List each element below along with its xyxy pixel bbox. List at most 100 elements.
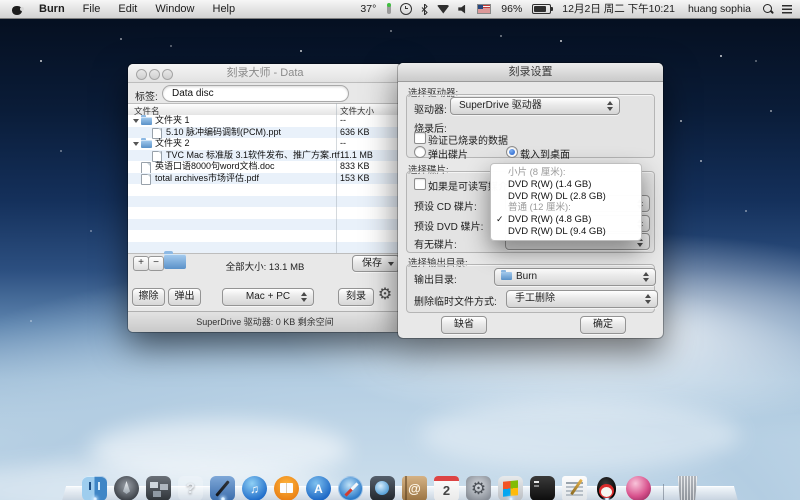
battery-percent[interactable]: 96% [500,0,523,18]
wifi-icon[interactable] [437,5,449,14]
menu-section-header: 普通 (12 厘米): [491,202,641,214]
file-size: 153 KB [340,173,370,185]
disclosure-triangle-icon[interactable] [133,142,139,146]
qq-icon[interactable] [594,476,619,500]
app-store-icon-glyph: A [306,476,331,500]
verify-data-label: 验证已烧录的数据 [428,132,508,147]
launchpad-icon[interactable] [114,476,139,500]
output-dir-label: 输出目录: [414,271,457,286]
app-menus: BurnFileEditWindowHelp [0,0,244,18]
minimize-button[interactable] [149,69,160,80]
menu-burn[interactable]: Burn [30,0,74,18]
pink-app-icon[interactable] [626,476,651,500]
calendar-icon[interactable]: 2 [434,476,459,500]
app-store-icon[interactable]: A [306,476,331,500]
menu-item[interactable]: DVD R(W) (4.8 GB) [491,214,641,226]
erase-button[interactable]: 擦除 [132,288,165,306]
file-row-file[interactable]: 5.10 脉冲编码调制(PCM).ppt636 KB [128,127,402,139]
menu-help[interactable]: Help [204,0,245,18]
volume-icon[interactable] [458,5,468,14]
format-popup[interactable]: Mac + PC [222,288,314,306]
ok-button[interactable]: 确定 [580,316,626,334]
empty-row [128,207,402,219]
file-row-folder[interactable]: 文件夹 2-- [128,138,402,150]
notification-center-icon[interactable] [782,5,792,14]
video-app-icon[interactable] [370,476,395,500]
default-button[interactable]: 缺省 [441,316,487,334]
menu-item[interactable]: DVD R(W) (1.4 GB) [491,179,641,191]
popup-arrows-icon [301,292,308,302]
file-size: -- [340,115,346,127]
folder-icon [164,254,186,269]
drive-popup[interactable]: SuperDrive 驱动器 [450,97,620,115]
menu-item[interactable]: DVD R(W) DL (2.8 GB) [491,191,641,203]
dvd-preset-menu: 小片 (8 厘米):DVD R(W) (1.4 GB)DVD R(W) DL (… [490,163,642,241]
trash-icon[interactable] [675,476,700,500]
status-app-icon[interactable] [387,4,391,14]
file-list[interactable]: 文件夹 1 --5.10 脉冲编码调制(PCM).ppt636 KB文件夹 2--… [128,115,402,253]
file-row-folder[interactable]: 文件夹 1 -- [128,115,402,127]
itunes-icon[interactable]: ♫ [242,476,267,500]
safari-icon[interactable] [338,476,363,500]
graphics-app-icon[interactable] [210,476,235,500]
eject-button[interactable]: 弹出 [168,288,201,306]
temp-files-popup[interactable]: 手工删除 [506,290,658,308]
file-row-file[interactable]: TVC Mac 标准版 3.1软件发布、推广方案.rtf11.1 MB [128,150,402,162]
verify-data-checkbox[interactable] [414,132,426,144]
disclosure-triangle-icon[interactable] [133,119,139,123]
menu-bar-clock[interactable]: 12月2日 周二 下午10:21 [560,0,677,18]
output-dir-popup[interactable]: Burn [494,268,656,286]
finder-icon[interactable] [82,476,107,500]
burn-data-window: 刻录大师 - Data 标签: Data disc 文件名 文件大小 文件夹 1… [128,64,402,332]
rewritable-checkbox[interactable] [414,178,426,190]
close-button[interactable] [136,69,147,80]
disc-label-input[interactable]: Data disc [162,85,349,102]
temperature-status[interactable]: 37° [358,0,378,18]
spotlight-icon[interactable] [762,4,773,15]
itunes-icon-glyph: ♫ [242,476,267,500]
burn-button[interactable]: 刻录 [338,288,374,306]
eject-disc-radio[interactable] [414,146,426,158]
menu-item[interactable]: DVD R(W) DL (9.4 GB) [491,226,641,238]
zoom-button[interactable] [162,69,173,80]
battery-icon[interactable] [532,4,551,14]
contacts-icon[interactable]: @ [402,476,427,500]
popup-arrows-icon [643,272,650,282]
gear-icon[interactable] [375,285,395,305]
save-button[interactable]: 保存 [352,255,400,272]
bluetooth-icon[interactable] [421,4,428,15]
column-divider[interactable] [336,103,337,253]
folder-icon [141,117,152,125]
user-menu[interactable]: huang sophia [686,0,753,18]
terminal-icon[interactable] [530,476,555,500]
documents-icon[interactable] [562,476,587,500]
system-preferences-icon[interactable]: ⚙ [466,476,491,500]
add-file-button[interactable]: + [133,256,149,271]
empty-row [128,219,402,231]
dock-icons: ? ♫ A @2 ⚙ [82,476,700,500]
input-source-flag-icon[interactable] [477,4,491,14]
settings-window-titlebar[interactable]: 刻录设置 [398,63,663,82]
temp-files-value: 手工删除 [515,293,555,304]
dock: ? ♫ A @2 ⚙ [0,476,800,500]
system-preferences-icon-glyph: ⚙ [466,476,491,500]
file-name: total archives市场评估.pdf [155,173,259,185]
remove-file-button[interactable]: − [148,256,164,271]
mount-desktop-radio[interactable] [506,146,518,158]
menu-window[interactable]: Window [146,0,203,18]
file-name: 文件夹 1 [155,115,190,127]
clock-icon[interactable] [400,3,412,15]
menu-edit[interactable]: Edit [109,0,146,18]
apple-menu-icon[interactable] [12,4,22,15]
missing-app-icon[interactable]: ? [178,476,203,500]
menu-file[interactable]: File [74,0,110,18]
data-window-titlebar[interactable]: 刻录大师 - Data [128,64,402,83]
popup-arrows-icon [645,294,652,304]
media-presence-label: 有无碟片: [414,236,457,251]
mission-control-icon[interactable] [146,476,171,500]
file-row-file[interactable]: 英语口语8000句word文档.doc833 KB [128,161,402,173]
output-dir-value: Burn [516,271,537,282]
windows-app-icon[interactable] [498,476,523,500]
ibooks-icon[interactable] [274,476,299,500]
file-row-file[interactable]: total archives市场评估.pdf 153 KB [128,173,402,185]
